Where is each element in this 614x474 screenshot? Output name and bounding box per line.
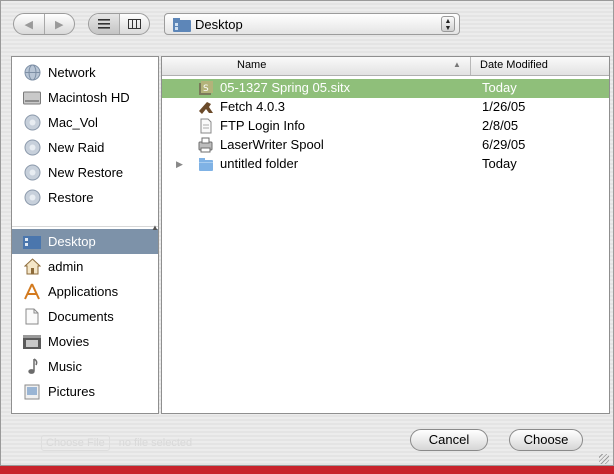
list-view-icon xyxy=(97,19,110,29)
file-date: 2/8/05 xyxy=(482,118,519,133)
location-popup[interactable]: Desktop ▲ ▼ xyxy=(164,13,460,35)
sidebar-item-new-raid[interactable]: New Raid xyxy=(12,135,152,160)
file-date: Today xyxy=(482,80,517,95)
background-choose-file-button: Choose File xyxy=(41,435,110,451)
sidebar-item-pictures[interactable]: Pictures xyxy=(12,379,152,404)
sidebar-item-label: Restore xyxy=(48,190,94,205)
file-browser: Name ▲ Date Modified S 05-1327 Spring 05… xyxy=(161,56,610,414)
history-nav: ◀ ▶ xyxy=(13,13,75,35)
sidebar-item-label: Documents xyxy=(48,309,114,324)
network-volume-icon xyxy=(23,139,41,157)
back-arrow-icon: ◀ xyxy=(24,18,33,31)
sidebar-item-macintosh-hd[interactable]: Macintosh HD xyxy=(12,85,152,110)
sidebar-item-network[interactable]: Network xyxy=(12,60,152,85)
back-button[interactable]: ◀ xyxy=(14,14,44,34)
sidebar-item-mac-vol[interactable]: Mac_Vol xyxy=(12,110,152,135)
network-globe-icon xyxy=(23,64,41,82)
sidebar-item-label: Pictures xyxy=(48,384,95,399)
view-toggle xyxy=(88,13,150,35)
open-file-sheet: ◀ ▶ Desktop ▲ ▼ Network Macintosh HD Mac… xyxy=(0,0,614,466)
background-no-file-label: no file selected xyxy=(118,437,193,449)
sidebar-item-label: Network xyxy=(48,65,96,80)
file-row[interactable]: S 05-1327 Spring 05.sitx Today xyxy=(162,79,609,98)
background-file-input: Choose File no file selected xyxy=(41,435,193,451)
sidebar-item-documents[interactable]: Documents xyxy=(12,304,152,329)
sidebar-item-new-restore[interactable]: New Restore xyxy=(12,160,152,185)
hard-drive-icon xyxy=(23,89,41,107)
sidebar-item-label: admin xyxy=(48,259,84,274)
sidebar-item-label: Music xyxy=(48,359,82,374)
documents-icon xyxy=(23,308,41,326)
column-name-header[interactable]: Name xyxy=(237,59,266,71)
sidebar-item-label: Movies xyxy=(48,334,90,349)
choose-button[interactable]: Choose xyxy=(509,429,583,451)
folder-icon xyxy=(199,158,213,171)
sidebar: Network Macintosh HD Mac_Vol New Raid Ne… xyxy=(11,56,159,414)
sidebar-item-applications[interactable]: Applications xyxy=(12,279,152,304)
column-view-button[interactable] xyxy=(118,14,150,34)
column-date-header[interactable]: Date Modified xyxy=(480,59,548,71)
home-icon xyxy=(23,258,41,276)
file-name: Fetch 4.0.3 xyxy=(220,99,286,114)
printer-spool-icon xyxy=(198,137,213,153)
file-date: Today xyxy=(482,156,517,171)
file-row[interactable]: FTP Login Info 2/8/05 xyxy=(162,117,609,136)
cancel-button[interactable]: Cancel xyxy=(410,429,488,451)
sort-ascending-icon: ▲ xyxy=(453,60,461,69)
sidebar-item-desktop[interactable]: Desktop xyxy=(12,229,158,254)
sidebar-item-label: Mac_Vol xyxy=(48,115,98,130)
forward-button[interactable]: ▶ xyxy=(43,14,75,34)
movies-icon xyxy=(23,333,41,351)
file-row[interactable]: LaserWriter Spool 6/29/05 xyxy=(162,136,609,155)
column-header: Name ▲ Date Modified xyxy=(162,57,609,76)
sidebar-item-label: New Raid xyxy=(48,140,105,155)
sidebar-divider xyxy=(12,226,158,227)
file-name: FTP Login Info xyxy=(220,118,306,133)
network-volume-icon xyxy=(23,189,41,207)
svg-text:S: S xyxy=(203,84,209,94)
forward-arrow-icon: ▶ xyxy=(55,18,64,31)
desktop-icon xyxy=(23,233,41,251)
column-view-icon xyxy=(127,19,141,29)
sidebar-item-label: New Restore xyxy=(48,165,124,180)
file-row[interactable]: Fetch 4.0.3 1/26/05 xyxy=(162,98,609,117)
fetch-app-icon xyxy=(199,102,213,114)
music-icon xyxy=(23,358,41,376)
document-icon xyxy=(200,118,212,134)
updown-arrows-icon: ▲ ▼ xyxy=(441,16,455,32)
file-date: 1/26/05 xyxy=(482,99,526,114)
sidebar-splitter[interactable]: ▲ xyxy=(151,223,159,237)
network-volume-icon xyxy=(23,164,41,182)
sidebar-item-restore[interactable]: Restore xyxy=(12,185,152,210)
file-name: 05-1327 Spring 05.sitx xyxy=(220,80,351,95)
resize-grip-icon[interactable] xyxy=(599,454,609,464)
sidebar-item-admin[interactable]: admin xyxy=(12,254,152,279)
bottom-accent-bar xyxy=(0,466,614,474)
applications-icon xyxy=(23,283,41,301)
sidebar-item-label: Macintosh HD xyxy=(48,90,130,105)
disclosure-triangle-icon[interactable]: ▶ xyxy=(176,159,183,170)
sidebar-item-music[interactable]: Music xyxy=(12,354,152,379)
file-row[interactable]: ▶ untitled folder Today xyxy=(162,155,609,174)
desktop-folder-icon xyxy=(173,18,191,32)
location-label: Desktop xyxy=(195,17,243,32)
network-volume-icon xyxy=(23,114,41,132)
stuffit-archive-icon: S xyxy=(199,81,213,95)
pictures-icon xyxy=(23,383,41,401)
column-divider[interactable] xyxy=(470,57,471,75)
file-name: LaserWriter Spool xyxy=(220,137,324,152)
file-date: 6/29/05 xyxy=(482,137,526,152)
sidebar-item-movies[interactable]: Movies xyxy=(12,329,152,354)
sidebar-item-label: Desktop xyxy=(48,234,96,249)
sidebar-item-label: Applications xyxy=(48,284,119,299)
file-name: untitled folder xyxy=(220,156,299,171)
list-view-button[interactable] xyxy=(89,14,119,34)
